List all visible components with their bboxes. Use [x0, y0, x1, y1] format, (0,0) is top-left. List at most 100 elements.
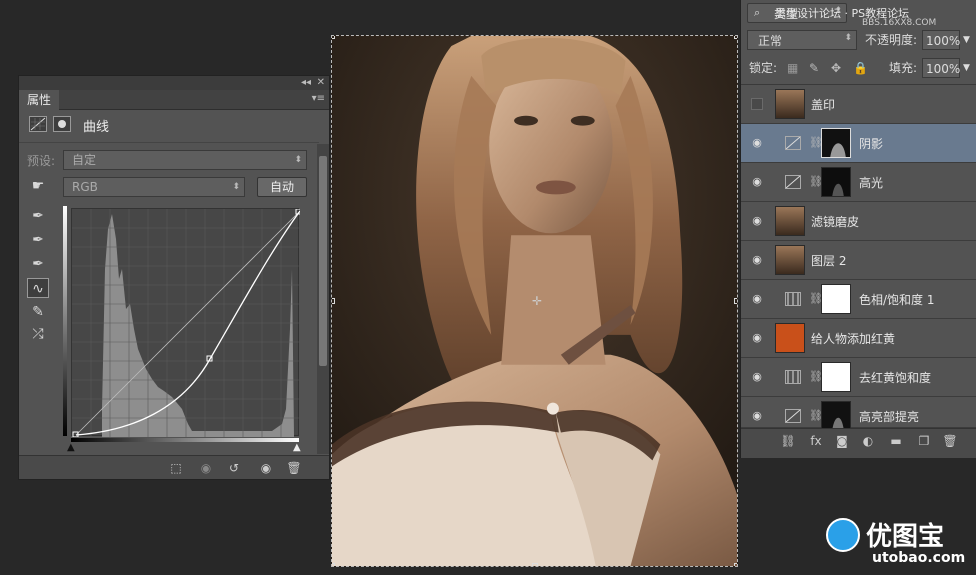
visibility-toggle[interactable] — [751, 98, 763, 110]
properties-footer: ⬚ ◉ ↺ ◉ 🗑 — [19, 455, 329, 479]
black-slider-icon[interactable]: ▲ — [67, 442, 75, 453]
lock-all-icon[interactable]: 🔒 — [853, 58, 868, 78]
new-group-folder-icon[interactable]: ▬ — [887, 433, 905, 449]
smooth-curve-icon[interactable]: ⤮ — [27, 324, 49, 344]
pencil-draw-icon[interactable]: ✎ — [27, 302, 49, 322]
layer-row[interactable]: ◉ 给人物添加红黄 — [741, 319, 976, 358]
layer-name[interactable]: 图层 2 — [811, 252, 846, 269]
panel-menu-icon[interactable]: ▾≡ — [312, 93, 325, 104]
transform-handle[interactable] — [332, 563, 335, 566]
preset-value: 自定 — [72, 153, 97, 167]
layer-mask-thumbnail[interactable] — [821, 284, 851, 314]
layer-mask-thumbnail[interactable] — [821, 401, 851, 431]
layer-mask-thumbnail[interactable] — [821, 128, 851, 158]
layer-row[interactable]: ◉ ⛓ 阴影 — [741, 124, 976, 163]
blend-mode-select[interactable]: 正常 ⬍ — [747, 30, 857, 50]
layer-row[interactable]: 盖印 — [741, 85, 976, 124]
layer-name[interactable]: 阴影 — [859, 135, 883, 152]
layer-thumbnail — [775, 323, 805, 353]
channel-select[interactable]: RGB ⬍ — [63, 177, 245, 197]
eye-icon[interactable]: ◉ — [749, 370, 765, 384]
scroll-thumb[interactable] — [319, 156, 327, 366]
layer-name[interactable]: 高光 — [859, 174, 883, 191]
link-layers-icon[interactable]: ⛓ — [779, 433, 797, 449]
new-layer-icon[interactable]: ❐ — [915, 433, 933, 449]
add-mask-icon[interactable]: ◙ — [833, 433, 851, 449]
layer-row[interactable]: ◉ ⛓ 去红黄饱和度 — [741, 358, 976, 397]
layers-panel: ⌕ 类型 ⬍ 正常 ⬍ 不透明度: 100% ▼ 锁定: ▦ ✎ ✥ 🔒 填充:… — [740, 0, 976, 458]
lock-move-icon[interactable]: ✥ — [831, 58, 841, 78]
visibility-eye-icon[interactable]: ◉ — [257, 460, 275, 476]
reference-point-icon: ✛ — [532, 294, 543, 308]
eye-icon[interactable]: ◉ — [749, 253, 765, 267]
eye-icon[interactable]: ◉ — [749, 409, 765, 423]
chevron-down-icon[interactable]: ▼ — [963, 30, 970, 50]
white-point-eyedropper-icon[interactable]: ✒ — [27, 254, 49, 274]
clip-to-layer-icon[interactable]: ⬚ — [167, 460, 185, 476]
eye-icon[interactable]: ◉ — [749, 292, 765, 306]
layer-row[interactable]: ◉ ⛓ 高亮部提亮 — [741, 397, 976, 431]
layer-name[interactable]: 高亮部提亮 — [859, 408, 919, 425]
chevron-down-icon[interactable]: ▼ — [963, 58, 970, 78]
lock-label: 锁定: — [749, 61, 778, 75]
transform-handle[interactable] — [332, 36, 335, 39]
transform-handle[interactable] — [734, 36, 737, 39]
layer-name[interactable]: 去红黄饱和度 — [859, 369, 931, 386]
opacity-field[interactable]: 100% — [922, 30, 960, 50]
layer-row[interactable]: ◉ 滤镜磨皮 — [741, 202, 976, 241]
layer-name[interactable]: 色相/饱和度 1 — [859, 291, 935, 308]
fill-label: 填充: — [889, 61, 918, 75]
curves-adjustment-icon[interactable] — [29, 116, 47, 132]
fill-field[interactable]: 100% — [922, 58, 960, 78]
updown-arrow-icon: ⬍ — [294, 155, 302, 165]
transform-handle[interactable] — [734, 563, 737, 566]
targeted-adjustment-hand-icon[interactable]: ☛ — [27, 176, 49, 196]
layer-mask-thumbnail[interactable] — [821, 362, 851, 392]
layer-mask-icon[interactable] — [53, 116, 71, 132]
layer-thumbnail — [775, 89, 805, 119]
watermark-brand-url: utobao.com — [872, 550, 966, 566]
lock-transparent-icon[interactable]: ▦ — [787, 58, 798, 78]
properties-scrollbar[interactable] — [317, 144, 329, 454]
view-previous-icon[interactable]: ◉ — [197, 460, 215, 476]
auto-button[interactable]: 自动 — [257, 177, 307, 197]
transform-handle[interactable] — [532, 563, 538, 566]
lock-brush-icon[interactable]: ✎ — [809, 58, 819, 78]
white-slider-icon[interactable]: ▲ — [293, 442, 301, 453]
layer-row[interactable]: ◉ 图层 2 — [741, 241, 976, 280]
adjustment-title: 曲线 — [83, 120, 110, 135]
brand-logo-icon — [826, 518, 860, 552]
layers-footer: ⛓ fx ◙ ◐ ▬ ❐ 🗑 — [741, 428, 976, 458]
preset-label: 预设: — [27, 154, 56, 168]
eye-icon[interactable]: ◉ — [749, 214, 765, 228]
black-point-eyedropper-icon[interactable]: ✒ — [27, 206, 49, 226]
layer-row[interactable]: ◉ ⛓ 色相/饱和度 1 — [741, 280, 976, 319]
layer-style-fx-icon[interactable]: fx — [807, 433, 825, 449]
layer-mask-thumbnail[interactable] — [821, 167, 851, 197]
eye-icon[interactable]: ◉ — [749, 331, 765, 345]
properties-panel: ◂◂ ✕ 属性 ▾≡ 曲线 预设: 自定 ⬍ ☛ RGB ⬍ 自动 ✒ ✒ ✒ … — [18, 75, 330, 480]
eye-icon[interactable]: ◉ — [749, 175, 765, 189]
transform-handle[interactable] — [734, 298, 737, 304]
eye-icon[interactable]: ◉ — [749, 136, 765, 150]
tab-properties[interactable]: 属性 — [19, 90, 60, 110]
panel-tabs: 属性 ▾≡ — [19, 90, 329, 110]
preset-select[interactable]: 自定 ⬍ — [63, 150, 307, 170]
gray-point-eyedropper-icon[interactable]: ✒ — [27, 230, 49, 250]
collapse-icon[interactable]: ◂◂ — [301, 76, 311, 90]
transform-handle[interactable] — [332, 298, 335, 304]
trash-icon[interactable]: 🗑 — [941, 433, 959, 449]
curve-edit-points-icon[interactable]: ∿ — [27, 278, 49, 298]
new-adjustment-icon[interactable]: ◐ — [859, 433, 877, 449]
trash-icon[interactable]: 🗑 — [285, 460, 303, 476]
channel-value: RGB — [72, 180, 98, 194]
layer-name[interactable]: 给人物添加红黄 — [811, 330, 895, 347]
reset-icon[interactable]: ↺ — [225, 460, 243, 476]
document-canvas[interactable]: ✛ — [331, 35, 738, 567]
curves-graph[interactable] — [71, 208, 302, 438]
close-icon[interactable]: ✕ — [317, 76, 325, 90]
layer-row[interactable]: ◉ ⛓ 高光 — [741, 163, 976, 202]
panel-titlebar[interactable]: ◂◂ ✕ — [19, 76, 329, 90]
layer-name[interactable]: 滤镜磨皮 — [811, 213, 859, 230]
layer-name[interactable]: 盖印 — [811, 96, 835, 113]
